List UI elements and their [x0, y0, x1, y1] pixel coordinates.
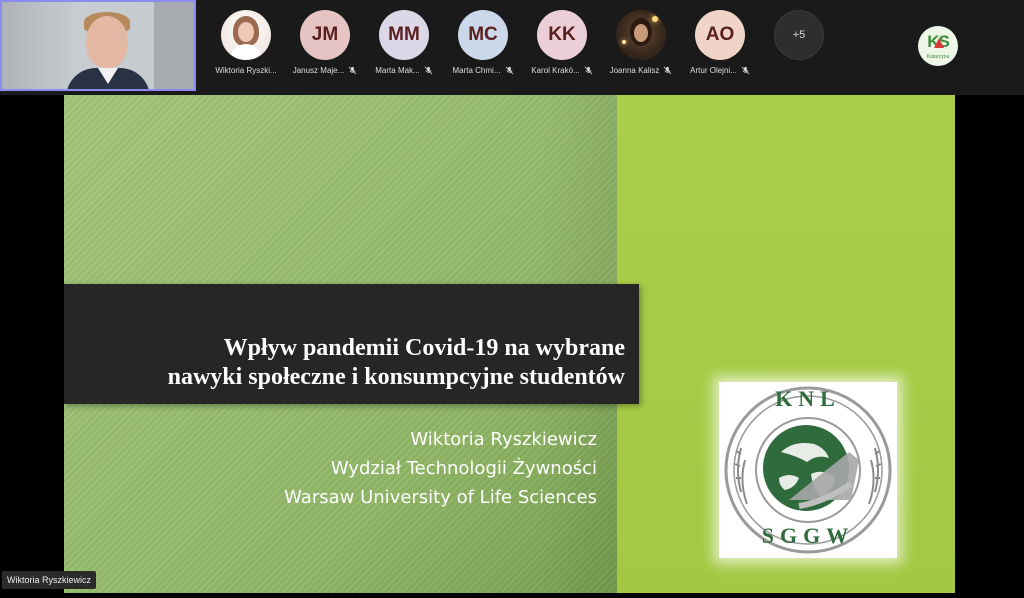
slide-university: Warsaw University of Life Sciences — [284, 487, 597, 508]
participant-list: Wiktoria Ryszki... JM Janusz Maje... MM … — [206, 0, 824, 95]
participant-name: Joanna Kalisz — [609, 66, 660, 75]
self-video-tile[interactable] — [0, 0, 196, 91]
slide-subtitle: Wiktoria Ryszkiewicz Wydział Technologii… — [177, 425, 597, 512]
participant-avatar: MC — [458, 10, 508, 60]
logo-bottom-text: SGGW — [761, 523, 855, 548]
slide-title-line-2: nawyki społeczne i konsumpcyjne studentó… — [167, 364, 625, 390]
avatar-photo-light — [622, 40, 626, 44]
participant-name-row: Artur Olejni... — [680, 66, 760, 75]
participant-strip: Wiktoria Ryszki... JM Janusz Maje... MM … — [0, 0, 1024, 95]
participant-name: Marta Chmi... — [452, 66, 501, 75]
logo-top-text: KNL — [775, 386, 841, 411]
participant-initials: AO — [705, 24, 735, 45]
participant-name: Marta Mak... — [375, 66, 420, 75]
knl-sggw-logo: KNL SGGW — [719, 382, 897, 558]
active-speaker-label: Wiktoria Ryszkiewicz — [2, 571, 97, 589]
slide-title-bar: Wpływ pandemii Covid-19 na wybrane nawyk… — [64, 284, 639, 404]
participant-avatar: MM — [379, 10, 429, 60]
participant-name-row: Wiktoria Ryszki... — [206, 66, 286, 75]
shared-slide: Wpływ pandemii Covid-19 na wybrane nawyk… — [64, 95, 955, 593]
participant-tile[interactable]: Wiktoria Ryszki... — [206, 10, 286, 85]
participant-name-row: Karol Krakó... — [522, 66, 602, 75]
participant-name-row: Marta Chmi... — [443, 66, 523, 75]
participant-tile[interactable]: JM Janusz Maje... — [285, 10, 365, 85]
slide-faculty: Wydział Technologii Żywności — [330, 458, 597, 479]
avatar-photo-body — [229, 44, 263, 60]
avatar-photo-light — [652, 16, 658, 22]
participant-avatar — [221, 10, 271, 60]
participant-initials: MM — [388, 24, 420, 45]
participant-name-row: Joanna Kalisz — [601, 66, 681, 75]
muted-mic-icon — [584, 66, 593, 75]
muted-mic-icon — [664, 66, 672, 75]
participant-initials: KK — [548, 24, 576, 45]
ks-avatar-caption: Katarzyna — [926, 54, 950, 60]
participant-name-row: Janusz Maje... — [285, 66, 365, 75]
avatar-photo-face — [238, 22, 254, 42]
participant-initials: MC — [468, 24, 498, 45]
muted-mic-icon — [348, 66, 357, 75]
participant-avatar — [616, 10, 666, 60]
more-participants-button[interactable]: +5 — [774, 10, 824, 60]
participant-name: Artur Olejni... — [690, 66, 737, 75]
participant-avatar: JM — [300, 10, 350, 60]
participant-name: Karol Krakó... — [531, 66, 580, 75]
participant-tile[interactable]: AO Artur Olejni... — [680, 10, 760, 85]
video-background-shelf — [154, 2, 194, 89]
participant-tile[interactable]: MM Marta Mak... — [364, 10, 444, 85]
speaker-face — [86, 16, 128, 68]
avatar-photo-face — [634, 24, 648, 42]
muted-mic-icon — [741, 66, 750, 75]
slide-title: Wpływ pandemii Covid-19 na wybrane nawyk… — [65, 334, 625, 392]
slide-title-line-1: Wpływ pandemii Covid-19 na wybrane — [223, 335, 625, 361]
more-participants-tile[interactable]: +5 — [759, 10, 839, 85]
participant-name: Wiktoria Ryszki... — [215, 66, 277, 75]
participant-tile[interactable]: KK Karol Krakó... — [522, 10, 602, 85]
participant-tile-ks[interactable]: KS Katarzyna — [860, 0, 1024, 95]
participant-initials: JM — [311, 24, 339, 45]
participant-tile[interactable]: MC Marta Chmi... — [443, 10, 523, 85]
participant-avatar: AO — [695, 10, 745, 60]
participant-avatar: KK — [537, 10, 587, 60]
participant-name-row: Marta Mak... — [364, 66, 444, 75]
participant-tile[interactable]: Joanna Kalisz — [601, 10, 681, 85]
muted-mic-icon — [424, 66, 433, 75]
more-participants-count: +5 — [792, 29, 806, 41]
slide-author: Wiktoria Ryszkiewicz — [410, 429, 597, 450]
muted-mic-icon — [505, 66, 513, 75]
ks-avatar: KS Katarzyna — [918, 26, 958, 66]
participant-name: Janusz Maje... — [292, 66, 345, 75]
